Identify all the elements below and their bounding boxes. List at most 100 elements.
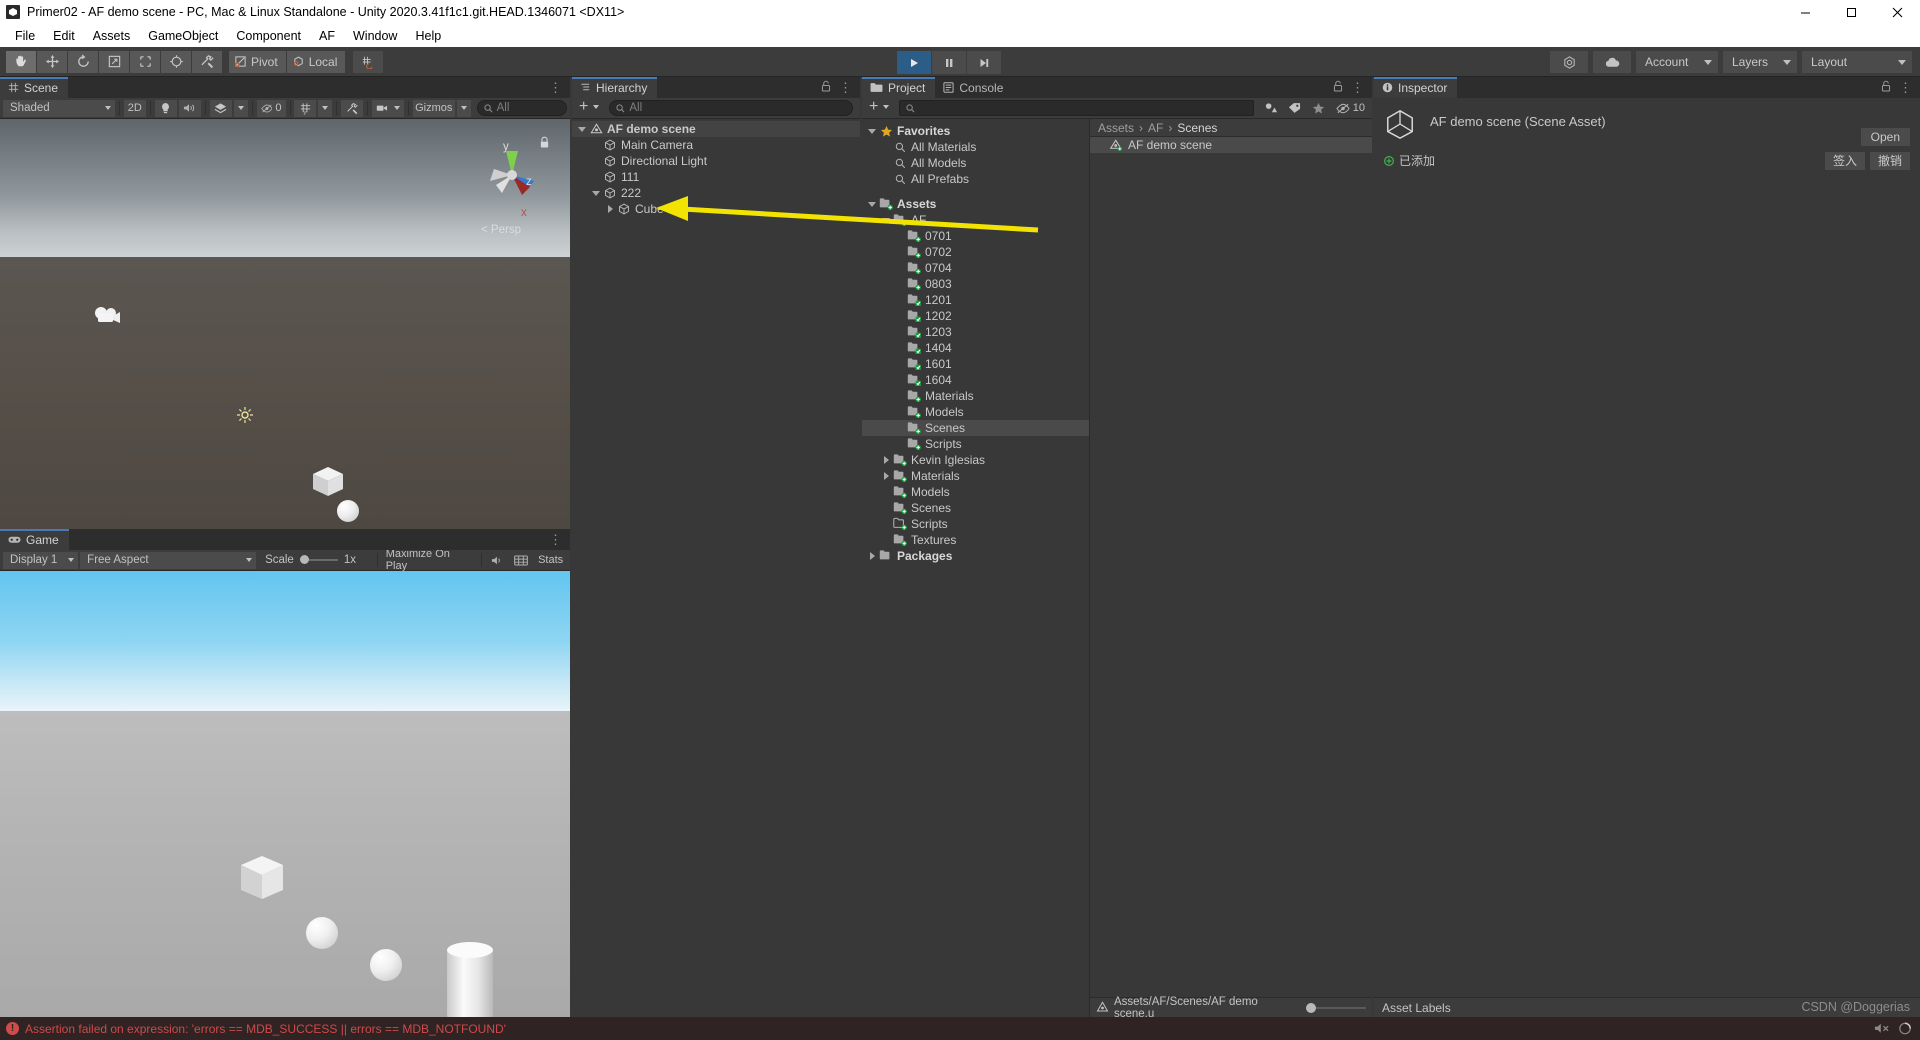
- project-tree-row[interactable]: All Materials: [862, 139, 1089, 155]
- game-viewport[interactable]: [0, 571, 570, 1017]
- project-tree-row[interactable]: Packages: [862, 548, 1089, 564]
- scale-slider-group[interactable]: Scale 1x: [258, 551, 373, 569]
- fx-dropdown-caret[interactable]: [233, 99, 248, 117]
- hierarchy-row[interactable]: Directional Light: [572, 153, 860, 169]
- hidden-assets-toggle[interactable]: 10: [1331, 99, 1369, 117]
- hierarchy-row[interactable]: 222: [572, 185, 860, 201]
- pause-button[interactable]: [932, 51, 967, 74]
- checkin-button[interactable]: 签入: [1824, 151, 1865, 170]
- project-tree-row[interactable]: 0704: [862, 260, 1089, 276]
- project-tree-row[interactable]: 0701: [862, 228, 1089, 244]
- scale-slider[interactable]: [299, 555, 338, 565]
- project-tree-row[interactable]: Scripts: [862, 516, 1089, 532]
- project-tree-row[interactable]: 1604: [862, 372, 1089, 388]
- project-tree-row[interactable]: 0803: [862, 276, 1089, 292]
- add-gameobject-button[interactable]: +: [575, 99, 604, 117]
- layout-dropdown[interactable]: Layout: [1802, 51, 1912, 73]
- step-button[interactable]: [967, 51, 1002, 74]
- open-button[interactable]: Open: [1860, 128, 1910, 146]
- rotate-tool-icon[interactable]: [68, 50, 99, 73]
- maximize-icon[interactable]: [1828, 0, 1874, 24]
- menu-file[interactable]: File: [6, 27, 44, 45]
- rect-tool-icon[interactable]: [130, 50, 161, 73]
- scene-viewport[interactable]: y z x < Persp: [0, 119, 570, 529]
- tab-console[interactable]: Console: [935, 77, 1014, 98]
- hierarchy-row[interactable]: Main Camera: [572, 137, 860, 153]
- minimize-icon[interactable]: [1782, 0, 1828, 24]
- gizmos-dropdown-caret[interactable]: [456, 99, 471, 117]
- hidden-objects-toggle[interactable]: 0: [256, 99, 286, 117]
- project-tree-row[interactable]: AF: [862, 212, 1089, 228]
- fx-icon[interactable]: [209, 99, 232, 117]
- menu-component[interactable]: Component: [227, 27, 310, 45]
- menu-edit[interactable]: Edit: [44, 27, 84, 45]
- project-tree-row[interactable]: 0702: [862, 244, 1089, 260]
- persp-label[interactable]: < Persp: [481, 224, 521, 236]
- project-tree-row[interactable]: 1202: [862, 308, 1089, 324]
- project-tree-row[interactable]: Models: [862, 484, 1089, 500]
- expand-arrow-right-icon[interactable]: [880, 456, 892, 464]
- grid-snap-icon[interactable]: [353, 50, 385, 73]
- gizmos-dropdown[interactable]: Gizmos: [412, 99, 455, 117]
- layers-dropdown[interactable]: Layers: [1723, 51, 1797, 73]
- expand-arrow-down-icon[interactable]: [576, 126, 588, 132]
- hierarchy-search-input[interactable]: All: [609, 100, 853, 116]
- tab-project[interactable]: Project: [862, 77, 936, 98]
- transform-tool-icon[interactable]: [161, 50, 192, 73]
- project-tree-row[interactable]: 1601: [862, 356, 1089, 372]
- expand-arrow-down-icon[interactable]: [590, 190, 602, 196]
- hand-tool-icon[interactable]: [6, 50, 37, 73]
- scene-search-input[interactable]: All: [476, 100, 567, 116]
- hierarchy-row[interactable]: AF demo scene: [572, 121, 860, 137]
- progress-status-icon[interactable]: [1898, 1022, 1912, 1035]
- project-tree-row[interactable]: All Prefabs: [862, 171, 1089, 187]
- menu-assets[interactable]: Assets: [84, 27, 140, 45]
- hierarchy-row[interactable]: Cube: [572, 201, 860, 217]
- tab-scene[interactable]: Scene: [0, 77, 69, 98]
- thumbnail-zoom-slider[interactable]: [1306, 1002, 1366, 1014]
- project-tree-row[interactable]: Favorites: [862, 123, 1089, 139]
- filter-by-type-icon[interactable]: [1259, 99, 1282, 117]
- tab-hierarchy[interactable]: Hierarchy: [572, 77, 658, 98]
- expand-arrow-right-icon[interactable]: [604, 205, 616, 213]
- close-icon[interactable]: [1874, 0, 1920, 24]
- expand-arrow-down-icon[interactable]: [880, 217, 892, 223]
- project-tree-row[interactable]: Scenes: [862, 420, 1089, 436]
- kebab-menu-icon[interactable]: ⋮: [1899, 81, 1912, 94]
- grid-dropdown-caret[interactable]: [318, 99, 333, 117]
- scene-lock-icon[interactable]: [539, 136, 550, 152]
- lock-icon[interactable]: [1881, 80, 1891, 95]
- display-dropdown[interactable]: Display 1: [3, 551, 79, 569]
- filter-by-label-icon[interactable]: [1283, 99, 1306, 117]
- tab-game[interactable]: Game: [0, 529, 69, 550]
- play-button[interactable]: [897, 51, 932, 74]
- expand-arrow-right-icon[interactable]: [866, 552, 878, 560]
- mute-status-icon[interactable]: [1874, 1022, 1890, 1035]
- expand-arrow-down-icon[interactable]: [866, 201, 878, 207]
- lock-icon[interactable]: [821, 80, 831, 95]
- project-search-input[interactable]: [899, 100, 1254, 116]
- scene-axis-gizmo[interactable]: [478, 137, 546, 208]
- aspect-dropdown[interactable]: Free Aspect: [80, 551, 257, 569]
- custom-tool-icon[interactable]: [192, 50, 223, 73]
- menu-gameobject[interactable]: GameObject: [139, 27, 227, 45]
- stats-button[interactable]: Stats: [534, 551, 567, 569]
- pivot-toggle-button[interactable]: Pivot: [229, 50, 286, 73]
- status-bar[interactable]: ! Assertion failed on expression: 'error…: [0, 1017, 1920, 1040]
- create-asset-button[interactable]: +: [865, 99, 894, 117]
- grid-icon[interactable]: y: [294, 99, 317, 117]
- project-tree-row[interactable]: Materials: [862, 388, 1089, 404]
- lock-icon[interactable]: [1333, 80, 1343, 95]
- project-tree-row[interactable]: Scenes: [862, 500, 1089, 516]
- expand-arrow-right-icon[interactable]: [880, 472, 892, 480]
- audio-icon[interactable]: [178, 99, 201, 117]
- kebab-menu-icon[interactable]: ⋮: [549, 533, 562, 546]
- toggle-2d-button[interactable]: 2D: [123, 99, 146, 117]
- project-tree-row[interactable]: 1404: [862, 340, 1089, 356]
- collab-icon[interactable]: [1550, 51, 1588, 73]
- project-asset-list[interactable]: AF demo scene: [1090, 137, 1372, 153]
- maximize-on-play-button[interactable]: Maximize On Play: [381, 548, 478, 572]
- menu-af[interactable]: AF: [310, 27, 344, 45]
- project-folder-tree[interactable]: Favorites All Materials All Models All Pref…: [862, 119, 1090, 1017]
- project-asset-row[interactable]: AF demo scene: [1090, 137, 1372, 153]
